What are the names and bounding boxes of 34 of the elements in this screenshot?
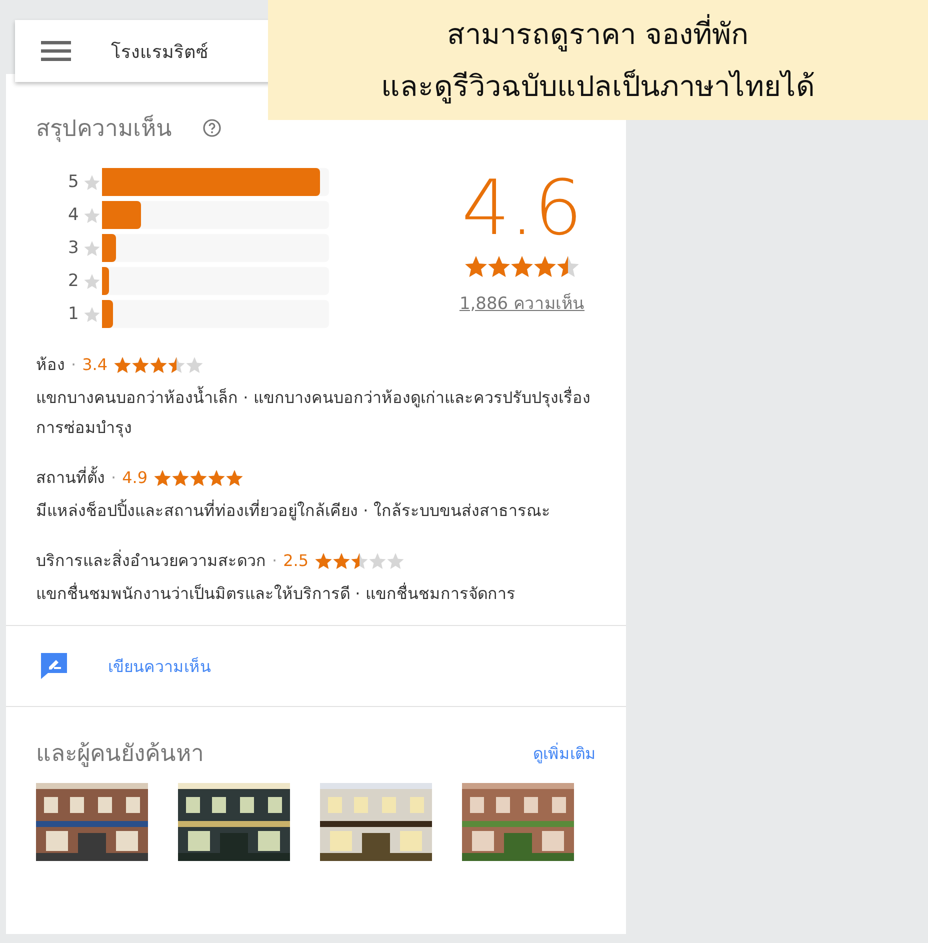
star-icon: [84, 174, 100, 190]
search-query[interactable]: โรงแรมริตซ์: [111, 36, 208, 66]
category-name: สถานที่ตั้ง: [36, 465, 105, 489]
separator-dot: ·: [272, 551, 278, 570]
see-more-link[interactable]: ดูเพิ่มเติม: [533, 740, 596, 766]
help-icon[interactable]: [202, 118, 222, 138]
rating-label: 3: [68, 238, 80, 258]
rating-label: 5: [68, 172, 80, 192]
section-title: และผู้คนยังค้นหา: [36, 740, 204, 769]
caption-text: สามารถดูราคา จองที่พัก: [446, 11, 750, 57]
caption-text: และดูรีวิวฉบับแปลเป็นภาษาไทยได้: [381, 68, 815, 106]
category-name: บริการและสิ่งอำนวยความสะดวก: [36, 548, 266, 572]
rating-label: 1: [68, 304, 80, 324]
menu-icon[interactable]: [41, 41, 71, 61]
category-score: 2.5: [283, 551, 309, 570]
star-icon: [84, 208, 100, 222]
write-review-icon[interactable]: [38, 650, 70, 682]
star-icon: [84, 240, 100, 256]
star-icon: [84, 274, 100, 288]
separator-dot: ·: [71, 355, 76, 374]
separator-dot: ·: [111, 468, 116, 487]
category-summary: แขกบางคนบอกว่าห้องน้ำเล็ก · แขกบางคนบอกว่าห้องดูเก่าและควรปรับปรุงเรื่องการซ่อมบำรุง: [36, 385, 592, 440]
star-icon: [84, 306, 100, 322]
rating-label: 2: [68, 271, 80, 291]
category-score: 4.9: [122, 468, 148, 487]
rating-label: 4: [68, 205, 80, 225]
category-score: 3.4: [82, 355, 108, 374]
category-summary: มีแหล่งช็อปปิ้งและสถานที่ท่องเที่ยวอยู่ใกล้เคียง · ใกล้ระบบขนส่งสาธารณะ: [36, 498, 552, 522]
review-count-link[interactable]: 1,886 ความเห็น: [459, 288, 585, 316]
write-review-link[interactable]: เขียนความเห็น: [108, 654, 211, 678]
section-title: สรุปความเห็น: [36, 114, 172, 144]
category-summary: แขกชื่นชมพนักงานว่าเป็นมิตรและให้บริการดี · แขกชื่นชมการจัดการ: [36, 582, 516, 605]
category-name: ห้อง: [36, 354, 65, 376]
average-rating: 4.6: [462, 166, 582, 250]
